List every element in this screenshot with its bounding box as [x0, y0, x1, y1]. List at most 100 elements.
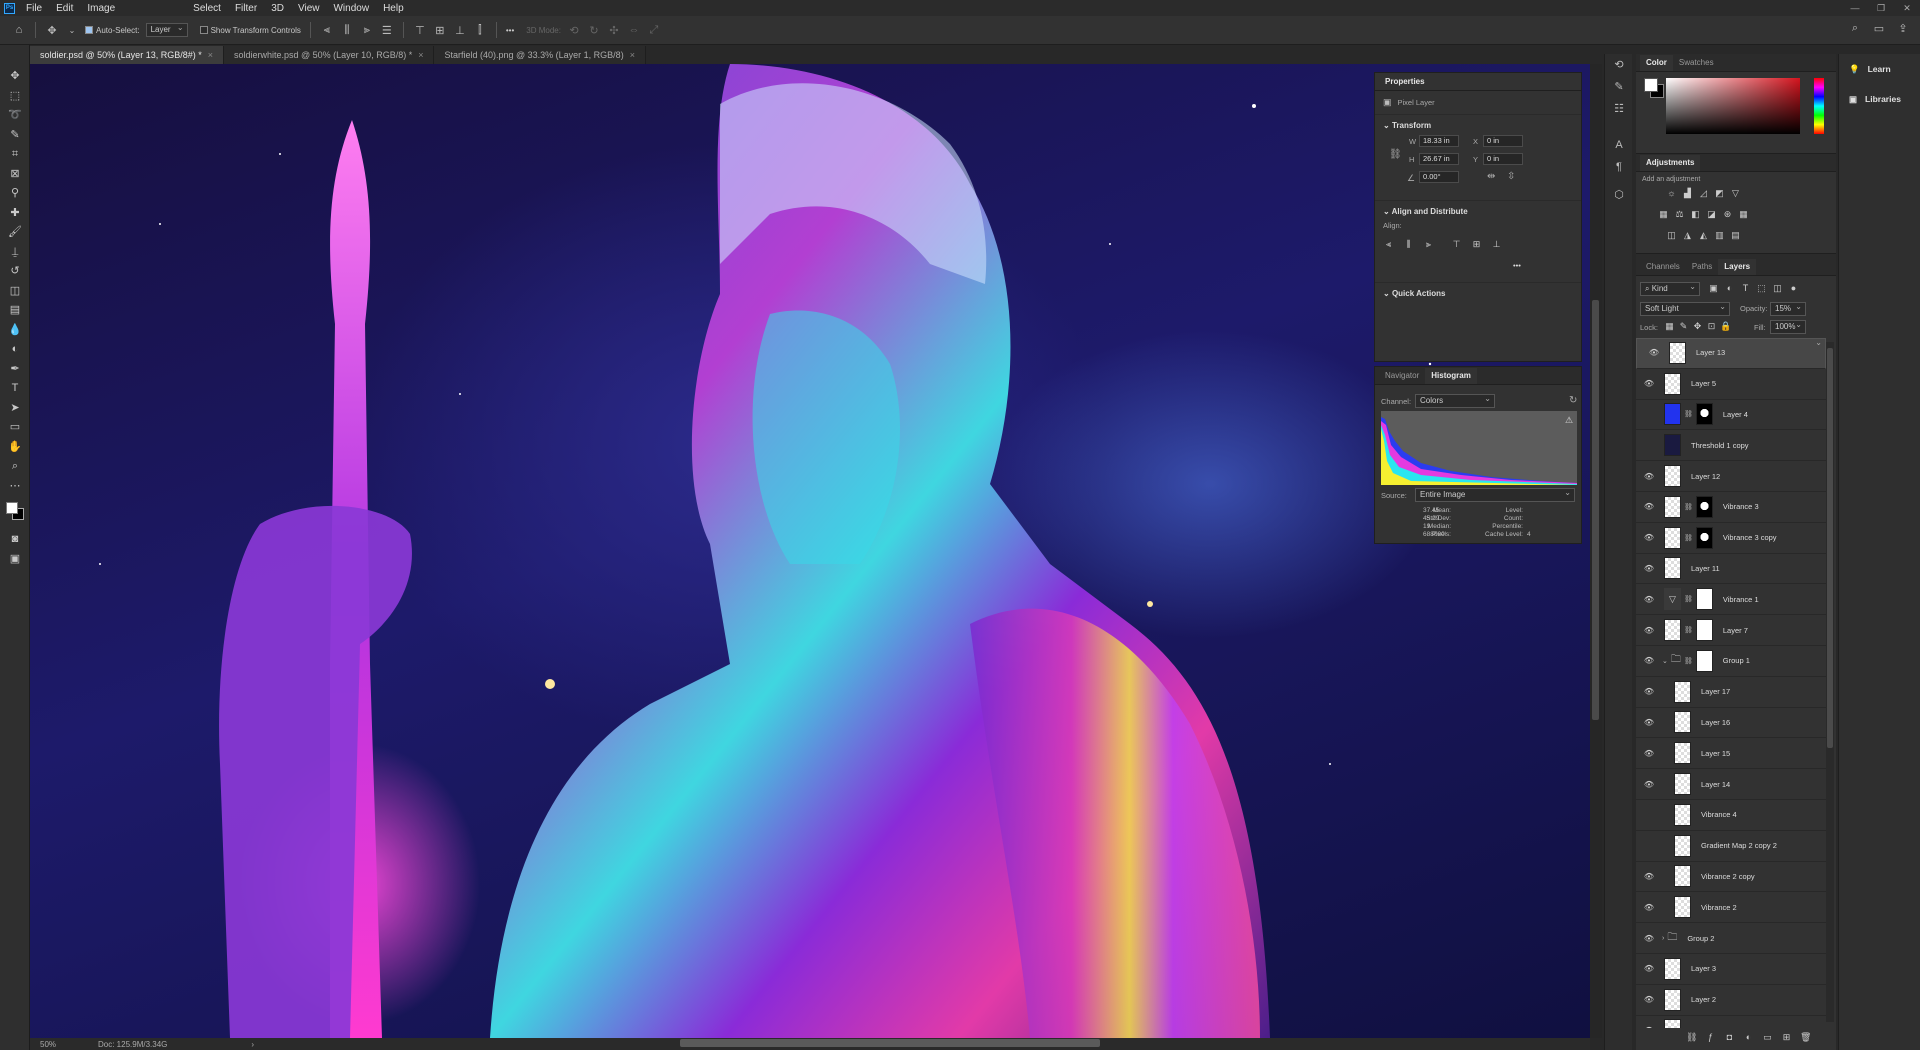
eye-icon[interactable]: 👁: [1642, 564, 1656, 573]
align-right-icon[interactable]: ⫸: [1423, 239, 1434, 250]
eyedropper-tool-icon[interactable]: ⚲: [0, 184, 30, 204]
layer-mask-thumbnail[interactable]: [1695, 495, 1713, 518]
more-align-button[interactable]: •••: [1513, 261, 1521, 270]
color-picker-field[interactable]: [1666, 78, 1800, 134]
adjustments-title[interactable]: Adjustments: [1640, 155, 1701, 171]
hue-slider[interactable]: [1814, 78, 1824, 134]
link-dimensions-icon[interactable]: ⛓: [1389, 149, 1402, 160]
brush-tool-icon[interactable]: 🖌: [0, 223, 30, 243]
layer-name[interactable]: Vibrance 2: [1701, 903, 1737, 912]
tab-soldier[interactable]: soldier.psd @ 50% (Layer 13, RGB/8#) * ×: [30, 46, 224, 64]
filter-shape-icon[interactable]: ⬚: [1756, 283, 1767, 294]
layer-row[interactable]: 👁 Layer 11: [1636, 554, 1826, 585]
eye-icon[interactable]: 👁: [1642, 872, 1656, 881]
close-icon[interactable]: ×: [208, 50, 213, 60]
layer-name[interactable]: Gradient Map 2 copy 2: [1701, 841, 1777, 850]
layer-name[interactable]: Vibrance 1: [1723, 595, 1759, 604]
fx-icon[interactable]: ƒ: [1705, 1032, 1716, 1043]
more-tools-icon[interactable]: ⋯: [0, 477, 30, 497]
menu-window[interactable]: Window: [326, 3, 376, 14]
lock-pixels-icon[interactable]: ✎: [1678, 321, 1689, 332]
align-bottom-icon[interactable]: ⊥: [1491, 239, 1502, 250]
angle-field[interactable]: 0.00°: [1419, 171, 1459, 183]
layer-thumbnail[interactable]: ▽: [1664, 588, 1681, 611]
layer-row[interactable]: 👁 Vibrance 2: [1636, 892, 1826, 924]
mask-icon[interactable]: ◘: [1724, 1032, 1735, 1043]
layer-name[interactable]: Layer 13: [1696, 347, 1725, 359]
path-select-tool-icon[interactable]: ➤: [0, 399, 30, 419]
move-tool-icon[interactable]: ✥: [0, 67, 30, 87]
layer-name[interactable]: Vibrance 4: [1701, 810, 1737, 819]
eye-icon[interactable]: 👁: [1642, 472, 1656, 481]
minimize-button[interactable]: —: [1842, 0, 1868, 16]
layer-mask-thumbnail[interactable]: [1695, 526, 1713, 549]
invert-icon[interactable]: ◫: [1666, 230, 1677, 241]
layer-row[interactable]: Vibrance 4: [1636, 800, 1826, 831]
layer-name[interactable]: Layer 14: [1701, 780, 1730, 789]
tab-navigator[interactable]: Navigator: [1379, 368, 1425, 384]
eye-icon[interactable]: 👁: [1642, 718, 1656, 727]
layer-name[interactable]: Layer 4: [1723, 410, 1748, 419]
menu-3d[interactable]: 3D: [264, 3, 291, 14]
align-hcenter-icon[interactable]: ⫼: [1403, 239, 1414, 250]
layer-name[interactable]: Layer 15: [1701, 749, 1730, 758]
frame-tool-icon[interactable]: ⊠: [0, 165, 30, 185]
eye-icon[interactable]: 👁: [1642, 379, 1656, 388]
dodge-tool-icon[interactable]: ◐: [0, 340, 30, 360]
home-icon[interactable]: ⌂: [12, 24, 26, 36]
lock-position-icon[interactable]: ✥: [1692, 321, 1703, 332]
document-canvas[interactable]: [30, 64, 1590, 1038]
history-brush-tool-icon[interactable]: ↺: [0, 262, 30, 282]
layer-thumbnail[interactable]: [1669, 342, 1686, 365]
show-transform-checkbox[interactable]: Show Transform Controls: [199, 21, 301, 39]
zoom-level[interactable]: 50%: [40, 1040, 80, 1049]
auto-select-checkbox[interactable]: Auto-Select:: [85, 21, 140, 39]
blend-mode-select[interactable]: Soft Light: [1640, 301, 1730, 316]
height-field[interactable]: 26.67 in: [1419, 153, 1459, 165]
warning-icon[interactable]: ⚠: [1565, 416, 1573, 426]
layer-name[interactable]: Layer 2: [1691, 995, 1716, 1004]
align-left-icon[interactable]: ⫷: [1383, 239, 1394, 250]
layer-thumbnail[interactable]: [1664, 465, 1681, 488]
vibrance-icon[interactable]: ▽: [1730, 188, 1741, 199]
properties-icon[interactable]: ☷: [1605, 98, 1633, 120]
threshold-icon[interactable]: ◭: [1698, 230, 1709, 241]
hue-saturation-icon[interactable]: ▦: [1658, 209, 1669, 220]
layer-row[interactable]: 👁 Vibrance 2 copy: [1636, 862, 1826, 893]
layer-thumbnail[interactable]: [1664, 526, 1681, 549]
paragraph-icon[interactable]: ¶: [1605, 156, 1633, 178]
gradient-tool-icon[interactable]: ▤: [0, 301, 30, 321]
eye-icon[interactable]: 👁: [1642, 502, 1656, 511]
close-icon[interactable]: ×: [418, 50, 423, 60]
lock-artboard-icon[interactable]: ⊡: [1706, 321, 1717, 332]
lasso-tool-icon[interactable]: ➰: [0, 106, 30, 126]
status-menu-arrow[interactable]: ›: [251, 1040, 254, 1049]
align-top-icon[interactable]: ⊤: [413, 24, 427, 37]
scroll-thumb[interactable]: [1592, 300, 1599, 720]
eye-icon[interactable]: 👁: [1642, 995, 1656, 1004]
quick-actions-title[interactable]: ⌄ Quick Actions: [1375, 283, 1581, 300]
transform-section-title[interactable]: ⌄ Transform: [1375, 115, 1581, 132]
more-options-button[interactable]: •••: [506, 21, 514, 39]
filter-type-icon[interactable]: T: [1740, 283, 1751, 294]
layer-row[interactable]: 👁 Layer 15: [1636, 738, 1826, 770]
layer-row[interactable]: 👁 Layer 5: [1636, 369, 1826, 400]
eye-icon[interactable]: 👁: [1642, 1026, 1656, 1028]
selective-color-icon[interactable]: ▤: [1730, 230, 1741, 241]
quick-select-tool-icon[interactable]: ✎: [0, 126, 30, 146]
layer-filter-kind-select[interactable]: ⌕ Kind: [1640, 281, 1700, 296]
3d-slide-icon[interactable]: ⇔: [627, 24, 641, 36]
exposure-icon[interactable]: ◩: [1714, 188, 1725, 199]
layer-thumbnail[interactable]: [1674, 834, 1691, 857]
distribute-vertical-icon[interactable]: ⫿: [473, 24, 487, 37]
adjustment-icon[interactable]: ◐: [1743, 1032, 1754, 1043]
expand-chevron-icon[interactable]: ⌄: [1662, 657, 1668, 665]
layer-row[interactable]: 👁 ⛓ Vibrance 3: [1636, 492, 1826, 523]
brightness-icon[interactable]: ☼: [1666, 188, 1677, 199]
new-layer-icon[interactable]: ⊞: [1781, 1032, 1792, 1043]
menu-image[interactable]: Image: [80, 3, 122, 14]
history-icon[interactable]: ⟲: [1605, 54, 1633, 76]
layer-row[interactable]: 👁 Layer 18: [1636, 1016, 1826, 1028]
layer-mask-thumbnail[interactable]: [1695, 619, 1713, 642]
align-vcenter-icon[interactable]: ⊞: [1471, 239, 1482, 250]
